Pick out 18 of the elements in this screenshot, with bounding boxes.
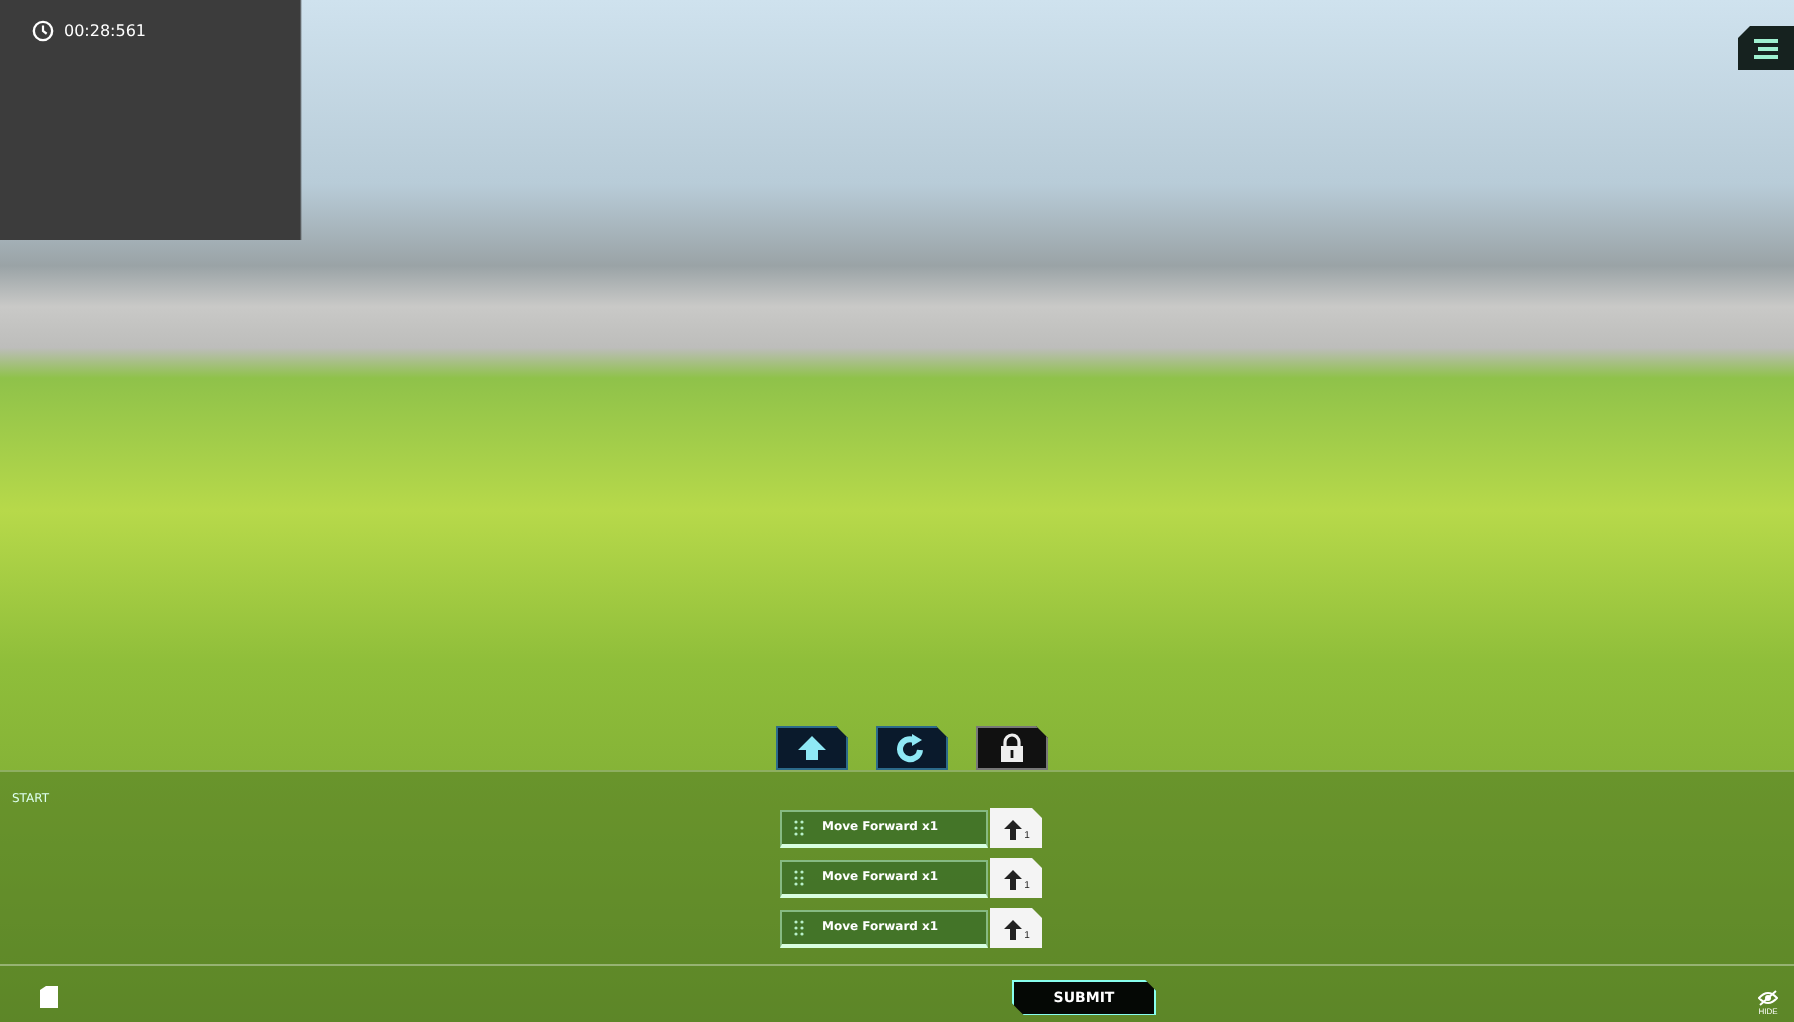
turn-button[interactable] xyxy=(876,726,948,770)
drag-handle-icon[interactable] xyxy=(794,869,804,885)
up-arrow-icon xyxy=(1002,918,1025,942)
drag-handle-icon[interactable] xyxy=(794,819,804,835)
menu-button[interactable] xyxy=(1738,26,1794,70)
padlock-icon xyxy=(998,732,1026,764)
clock-icon xyxy=(32,20,54,42)
drag-handle-icon[interactable] xyxy=(794,919,804,935)
rotate-arrow-icon xyxy=(896,732,928,764)
locked-button[interactable] xyxy=(976,726,1048,770)
up-arrow-icon xyxy=(1002,868,1025,892)
timer-text: 00:28:561 xyxy=(64,22,147,40)
menu-icon xyxy=(1752,37,1780,59)
move-forward-button[interactable] xyxy=(776,726,848,770)
up-arrow-icon xyxy=(796,734,828,762)
up-arrow-icon xyxy=(1002,818,1025,842)
document-icon[interactable] xyxy=(40,986,58,1008)
eye-slash-icon xyxy=(1758,990,1778,1006)
